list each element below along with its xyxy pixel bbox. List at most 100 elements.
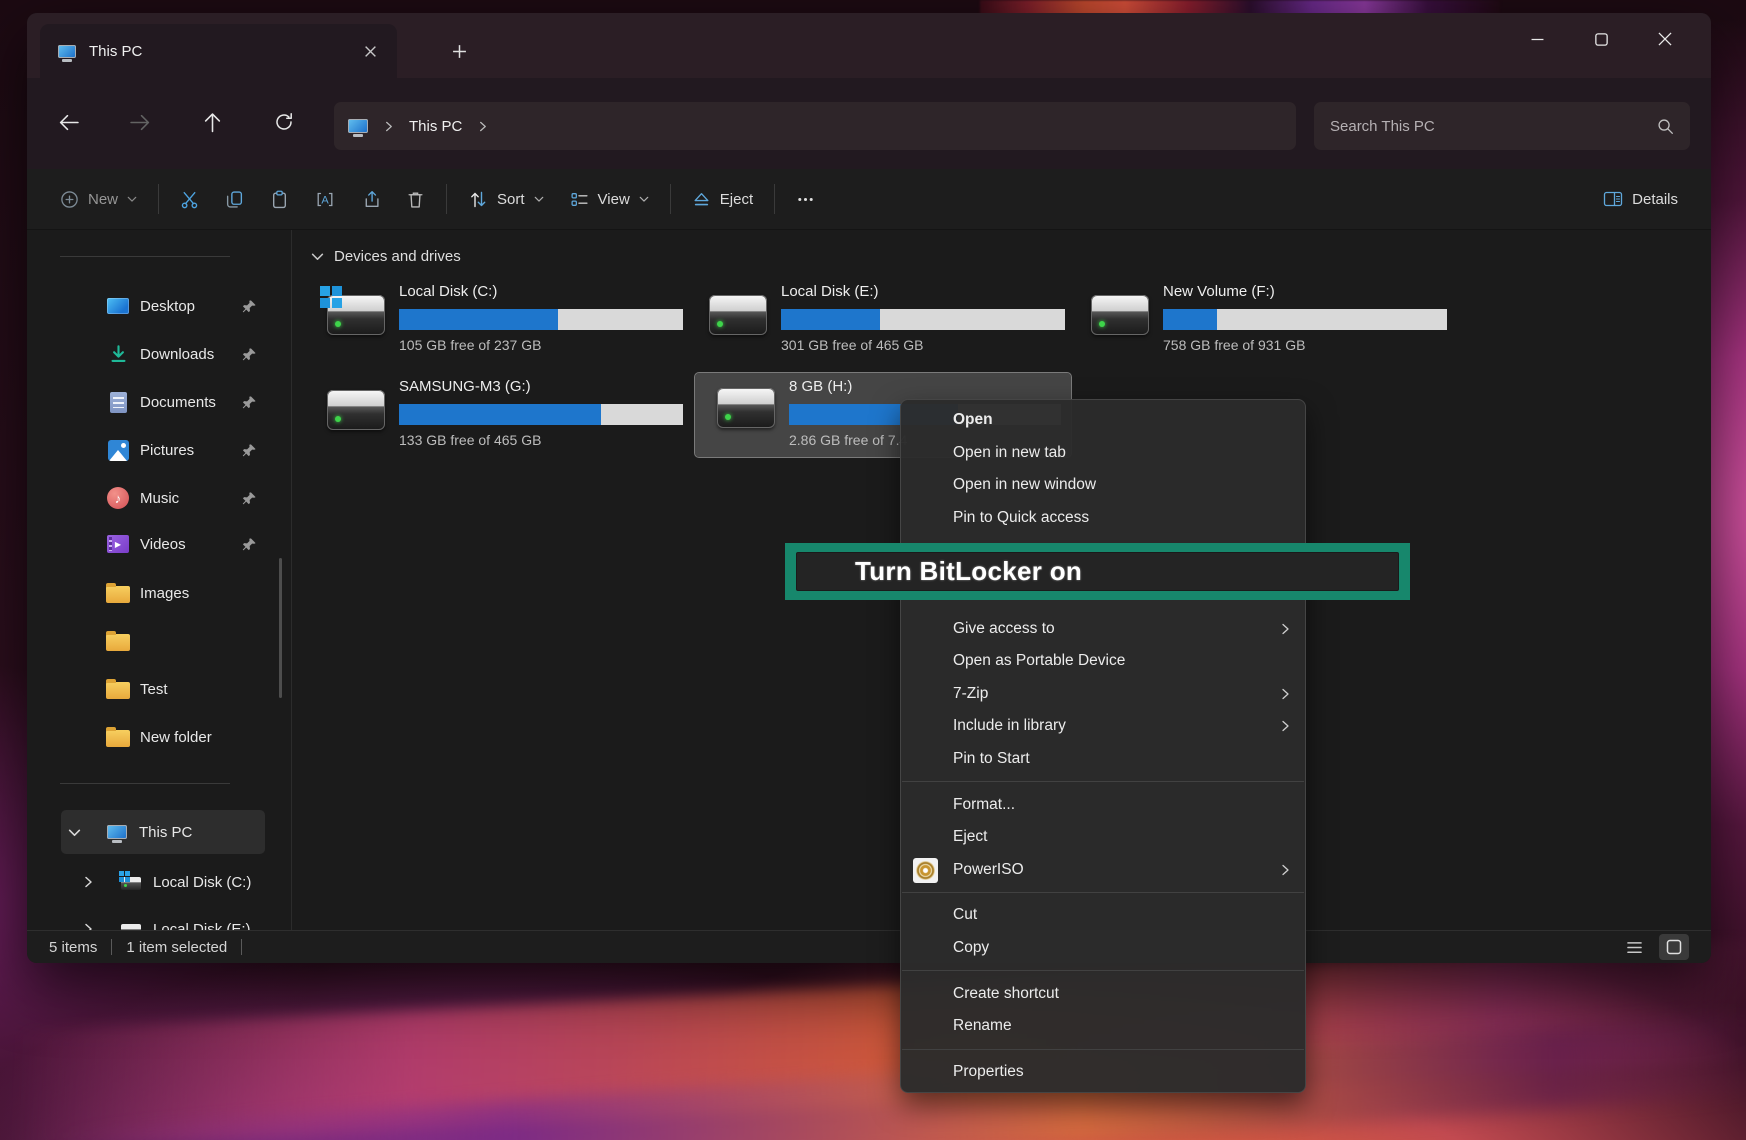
pin-icon [242,347,257,362]
drive-tile-e[interactable]: Local Disk (E:) 301 GB free of 465 GB [709,283,1071,361]
windows-logo-icon [320,286,343,309]
menu-item-include-library[interactable]: Include in library [901,710,1305,743]
sidebar-item-downloads[interactable]: Downloads [61,332,265,376]
sidebar-item-desktop[interactable]: Desktop [61,284,265,328]
toolbar-separator [670,184,671,214]
drive-tile-c[interactable]: Local Disk (C:) 105 GB free of 237 GB [327,283,689,361]
menu-item-open-new-tab[interactable]: Open in new tab [901,437,1305,470]
sort-button[interactable]: Sort [455,179,557,219]
menu-item-pin-to-start[interactable]: Pin to Start [901,743,1305,776]
drive-tile-g[interactable]: SAMSUNG-M3 (G:) 133 GB free of 465 GB [327,378,689,456]
status-separator [241,939,242,955]
sidebar-item-this-pc[interactable]: This PC [61,810,265,854]
chevron-down-icon[interactable] [68,826,81,839]
menu-item-cut[interactable]: Cut [901,899,1305,932]
details-pane-icon [1603,190,1623,208]
rename-button[interactable]: A [302,179,348,219]
trash-icon [406,190,425,209]
menu-item-open-new-window[interactable]: Open in new window [901,469,1305,502]
delete-button[interactable] [393,179,438,219]
breadcrumb[interactable]: This PC [409,118,462,135]
submenu-chevron-icon [1279,688,1291,700]
group-header[interactable]: Devices and drives [311,248,461,265]
back-button[interactable] [49,103,87,141]
chevron-down-icon [534,194,544,204]
new-tab-button[interactable] [445,37,473,65]
refresh-button[interactable] [265,103,303,141]
toolbar-separator [774,184,775,214]
large-icons-view-button[interactable] [1659,934,1689,960]
up-button[interactable] [193,103,231,141]
menu-item-turn-bitlocker-on[interactable]: Turn BitLocker on [796,552,1399,591]
pin-icon [242,443,257,458]
drive-name: Local Disk (E:) [781,283,1065,305]
drive-free-space: 301 GB free of 465 GB [781,337,1065,353]
documents-icon [110,392,127,413]
chevron-down-icon [127,194,137,204]
ellipsis-icon [796,190,815,209]
videos-icon: ▶ [107,535,129,553]
desktop-icon [107,298,129,314]
submenu-chevron-icon [1279,864,1291,876]
drive-name: Local Disk (C:) [399,283,683,305]
capacity-bar [399,404,683,425]
chevron-right-icon[interactable] [383,121,394,132]
drive-tile-f[interactable]: New Volume (F:) 758 GB free of 931 GB [1091,283,1453,361]
search-input[interactable]: Search This PC [1314,102,1690,150]
close-button[interactable] [1633,13,1697,65]
desktop-wallpaper: This PC [0,0,1746,1140]
bitlocker-annotation-box: Turn BitLocker on [785,543,1410,600]
search-icon[interactable] [1657,118,1674,135]
new-button[interactable]: New [47,179,150,219]
paste-button[interactable] [257,179,302,219]
address-bar[interactable]: This PC [334,102,1296,150]
sidebar-item-videos[interactable]: ▶ Videos [61,522,265,566]
this-pc-icon [58,45,76,58]
menu-item-copy[interactable]: Copy [901,932,1305,965]
menu-item-pin-quick-access[interactable]: Pin to Quick access [901,502,1305,535]
menu-item-create-shortcut[interactable]: Create shortcut [901,977,1305,1010]
view-button[interactable]: View [557,179,662,219]
menu-item-format[interactable]: Format... [901,788,1305,821]
details-button[interactable]: Details [1590,179,1691,219]
sidebar-scrollbar[interactable] [279,558,282,698]
details-view-button[interactable] [1619,934,1649,960]
cut-button[interactable] [167,179,212,219]
forward-button[interactable] [121,103,159,141]
sidebar-item-documents[interactable]: Documents [61,380,265,424]
maximize-button[interactable] [1569,13,1633,65]
chevron-right-icon[interactable] [82,876,94,888]
local-disk-icon [121,877,141,890]
drive-name: New Volume (F:) [1163,283,1447,305]
menu-item-properties[interactable]: Properties [901,1056,1305,1089]
eject-button[interactable]: Eject [679,179,766,219]
chevron-down-icon[interactable] [311,250,324,263]
sidebar-divider [291,230,292,930]
chevron-right-icon[interactable] [477,121,488,132]
tab-title: This PC [89,43,344,60]
menu-item-eject[interactable]: Eject [901,821,1305,854]
sidebar-item-pictures[interactable]: Pictures [61,428,265,472]
this-pc-icon [348,119,368,133]
sidebar-item-new-folder[interactable]: New folder [61,715,265,759]
tab-close-icon[interactable] [357,38,383,64]
menu-item-open[interactable]: Open [901,404,1305,437]
window-controls [1505,13,1697,65]
copy-button[interactable] [212,179,257,219]
menu-item-open-portable[interactable]: Open as Portable Device [901,645,1305,678]
menu-separator [902,1049,1304,1050]
details-label: Details [1632,191,1678,208]
menu-item-7zip[interactable]: 7-Zip [901,678,1305,711]
sidebar-item-folder[interactable] [61,619,265,663]
menu-item-give-access[interactable]: Give access to [901,612,1305,645]
menu-item-rename[interactable]: Rename [901,1010,1305,1043]
more-options-button[interactable] [783,179,828,219]
sidebar-item-local-disk-c[interactable]: Local Disk (C:) [61,860,265,904]
explorer-tab[interactable]: This PC [40,24,397,78]
minimize-button[interactable] [1505,13,1569,65]
sidebar-item-test[interactable]: Test [61,667,265,711]
menu-item-poweriso[interactable]: PowerISO [901,854,1305,887]
sidebar-item-music[interactable]: ♪ Music [61,476,265,520]
share-button[interactable] [348,179,393,219]
sidebar-item-images[interactable]: Images [61,571,265,615]
